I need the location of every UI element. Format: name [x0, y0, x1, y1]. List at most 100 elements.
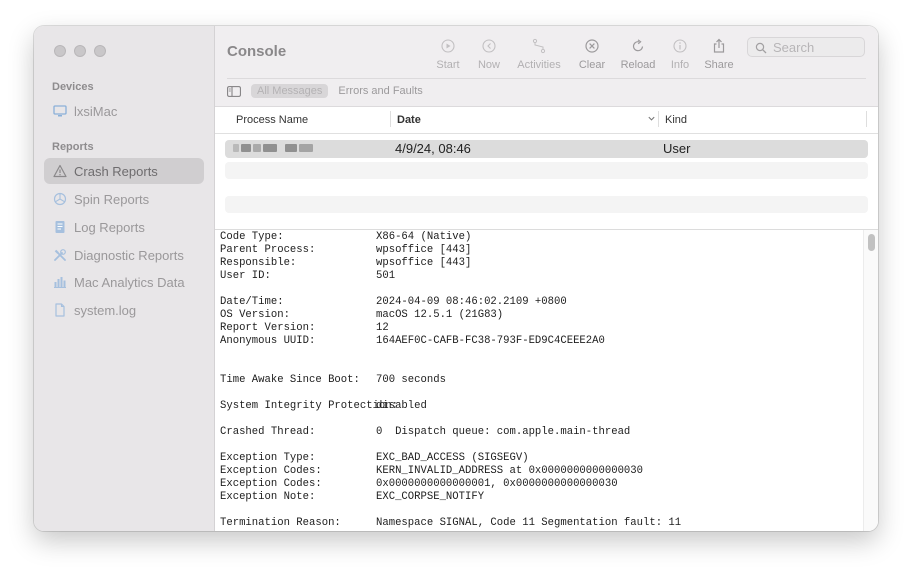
sidebar: Devices lxsiMac Reports Crash Reports Sp…: [34, 26, 215, 531]
report-field-value: 0 Dispatch queue: com.apple.main-thread: [376, 426, 631, 438]
clear-button[interactable]: Clear: [566, 38, 618, 71]
sidebar-item-system-log[interactable]: system.log: [44, 297, 204, 323]
report-field-value: wpsoffice [443]: [376, 244, 472, 256]
report-line: User ID: 501: [220, 270, 395, 283]
kind-cell: User: [663, 141, 691, 156]
reload-icon: [630, 38, 646, 54]
spin-icon: [53, 192, 67, 206]
empty-row: [225, 162, 868, 179]
document-icon: [53, 220, 67, 234]
desktop-computer-icon: [53, 104, 67, 118]
search-field[interactable]: [747, 37, 865, 57]
table-row[interactable]: 4/9/24, 08:46 User: [225, 140, 868, 158]
report-line: Time Awake Since Boot: 700 seconds: [220, 374, 446, 387]
report-line: Exception Codes: 0x0000000000000001, 0x00…: [220, 478, 618, 491]
report-field-value: 0x0000000000000001, 0x0000000000000030: [376, 478, 618, 490]
sidebar-item-label: Spin Reports: [74, 191, 150, 207]
report-field-key: Exception Note:: [220, 491, 316, 503]
kind-column-header[interactable]: Kind: [665, 114, 687, 126]
column-divider[interactable]: [658, 111, 659, 127]
close-window-button[interactable]: [54, 45, 66, 57]
reports-heading: Reports: [52, 141, 94, 153]
report-field-key: Anonymous UUID:: [220, 335, 316, 347]
sort-descending-icon[interactable]: [647, 114, 656, 126]
vertical-scrollbar[interactable]: [863, 230, 878, 531]
report-field-key: Parent Process:: [220, 244, 316, 256]
share-icon: [711, 38, 727, 54]
sidebar-item-spin-reports[interactable]: Spin Reports: [44, 186, 204, 212]
file-icon: [53, 303, 67, 317]
sidebar-item-label: system.log: [74, 302, 137, 318]
report-field-value: Namespace SIGNAL, Code 11 Segmentation f…: [376, 517, 682, 529]
app-title: Console: [227, 43, 287, 60]
date-column-header[interactable]: Date: [397, 114, 421, 126]
sidebar-item-label: Log Reports: [74, 219, 145, 235]
report-field-key: Date/Time:: [220, 296, 284, 308]
report-field-value: 501: [376, 270, 396, 282]
empty-row: [225, 196, 868, 213]
sidebar-item-crash-reports[interactable]: Crash Reports: [44, 158, 204, 184]
warning-triangle-icon: [53, 164, 67, 178]
report-field-key: Crashed Thread:: [220, 426, 316, 438]
reload-label: Reload: [620, 59, 656, 71]
clear-icon: [584, 38, 600, 54]
toolbar: Console Start Now Activities Clear Reloa…: [215, 26, 878, 107]
zoom-window-button[interactable]: [94, 45, 106, 57]
sidebar-item-label: Mac Analytics Data: [74, 274, 185, 290]
report-line: Code Type: X86-64 (Native): [220, 231, 471, 244]
report-field-key: System Integrity Protection:: [220, 400, 399, 412]
report-line: System Integrity Protection:disabled: [220, 400, 427, 413]
report-line: Exception Codes: KERN_INVALID_ADDRESS at …: [220, 465, 643, 478]
all-messages-filter[interactable]: All Messages: [251, 84, 329, 98]
report-field-key: Exception Codes:: [220, 465, 322, 477]
device-name: lxsiMac: [74, 103, 118, 119]
column-divider[interactable]: [390, 111, 391, 127]
sidebar-item-label: Diagnostic Reports: [74, 247, 184, 263]
sidebar-toggle-icon[interactable]: [227, 85, 241, 97]
report-line: Exception Type: EXC_BAD_ACCESS (SIGSEGV): [220, 452, 529, 465]
process-name-column-header[interactable]: Process Name: [236, 114, 308, 126]
search-input[interactable]: [773, 39, 863, 55]
report-field-value: KERN_INVALID_ADDRESS at 0x00000000000000…: [376, 465, 644, 477]
now-label: Now: [477, 59, 500, 71]
report-field-value: wpsoffice [443]: [376, 257, 472, 269]
activities-button[interactable]: Activities: [513, 38, 565, 71]
share-label: Share: [704, 59, 734, 71]
errors-and-faults-filter[interactable]: Errors and Faults: [338, 85, 422, 97]
activities-icon: [531, 38, 547, 54]
tools-icon: [53, 248, 67, 262]
clear-label: Clear: [578, 59, 606, 71]
report-field-value: 164AEF0C-CAFB-FC38-793F-ED9C4CEEE2A0: [376, 335, 605, 347]
crash-report-text: Code Type: X86-64 (Native) Parent Process:…: [215, 230, 863, 531]
start-label: Start: [436, 59, 460, 71]
sidebar-item-diagnostic-reports[interactable]: Diagnostic Reports: [44, 242, 204, 268]
play-icon: [440, 38, 456, 54]
sidebar-item-device[interactable]: lxsiMac: [44, 98, 204, 124]
report-field-value: 2024-04-09 08:46:02.2109 +0800: [376, 296, 567, 308]
share-button[interactable]: Share: [693, 38, 745, 71]
scrollbar-thumb[interactable]: [868, 234, 875, 251]
report-line: Parent Process: wpsoffice [443]: [220, 244, 471, 257]
bar-chart-icon: [53, 275, 67, 289]
date-cell: 4/9/24, 08:46: [395, 141, 471, 156]
sidebar-item-log-reports[interactable]: Log Reports: [44, 214, 204, 240]
main-pane: Console Start Now Activities Clear Reloa…: [215, 26, 878, 531]
report-field-value: macOS 12.5.1 (21G83): [376, 309, 504, 321]
report-field-key: Responsible:: [220, 257, 297, 269]
activities-label: Activities: [517, 59, 561, 71]
sidebar-item-label: Crash Reports: [74, 163, 158, 179]
report-field-value: X86-64 (Native): [376, 231, 472, 243]
column-divider[interactable]: [866, 111, 867, 127]
report-field-key: OS Version:: [220, 309, 290, 321]
search-icon: [755, 41, 767, 54]
report-line: Termination Reason: Namespace SIGNAL, Cod…: [220, 517, 681, 530]
sidebar-item-mac-analytics-data[interactable]: Mac Analytics Data: [44, 269, 204, 295]
report-line: Responsible: wpsoffice [443]: [220, 257, 471, 270]
info-label: Info: [670, 59, 690, 71]
report-field-value: EXC_BAD_ACCESS (SIGSEGV): [376, 452, 529, 464]
report-field-key: Exception Codes:: [220, 478, 322, 490]
minimize-window-button[interactable]: [74, 45, 86, 57]
now-button[interactable]: Now: [463, 38, 515, 71]
console-window: Devices lxsiMac Reports Crash Reports Sp…: [34, 26, 878, 531]
report-line: Exception Note: EXC_CORPSE_NOTIFY: [220, 491, 484, 504]
